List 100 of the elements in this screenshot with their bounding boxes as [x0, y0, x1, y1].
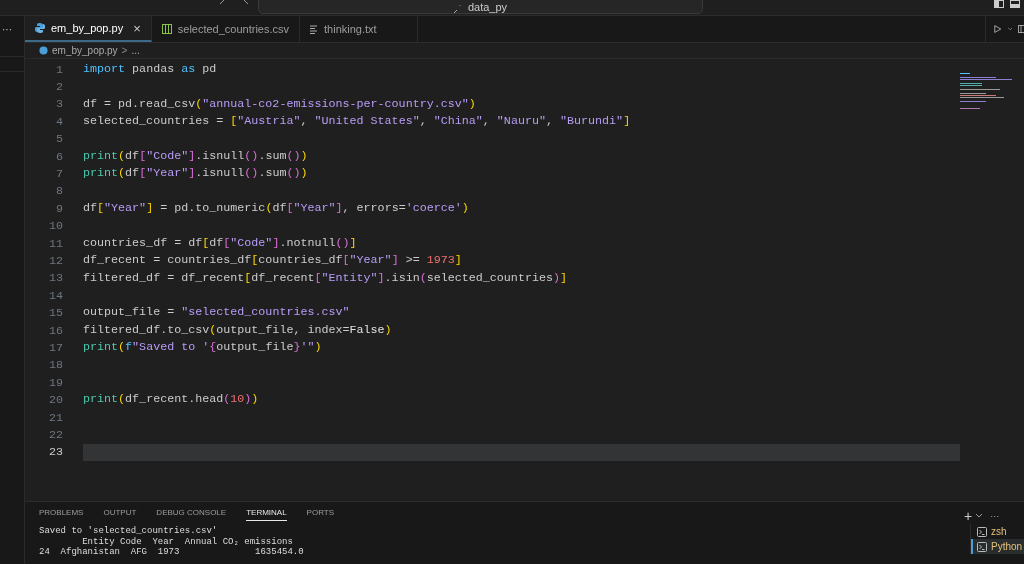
code-text: output_file	[216, 340, 294, 355]
code-bracket: [	[251, 253, 259, 268]
layout-icon[interactable]	[1010, 0, 1020, 8]
more-button[interactable]: ···	[0, 23, 12, 35]
layout-icon[interactable]	[994, 0, 1004, 8]
breadcrumb-item[interactable]: ...	[131, 45, 140, 56]
code-text: countries_df = df	[83, 235, 203, 250]
code-string: "Austria"	[237, 114, 301, 129]
line-number: 15	[47, 306, 63, 321]
code-bracket: (	[265, 201, 273, 216]
line-number: 9	[55, 201, 63, 216]
code-bracket: [	[342, 253, 350, 268]
code-string: '"	[300, 340, 315, 355]
line-number: 3	[55, 97, 63, 112]
code-bracket: ()	[286, 148, 301, 163]
code-number: 10	[230, 392, 245, 407]
line-number: 11	[47, 236, 63, 251]
code-text: .isnull	[195, 148, 245, 163]
code-text: df_recent	[251, 270, 315, 285]
panel-tab[interactable]: PROBLEMS	[39, 508, 84, 520]
line-number: 18	[47, 358, 63, 373]
editor-tab[interactable]: selected_countries.csv	[151, 16, 301, 42]
code-bracket: ()	[335, 235, 350, 250]
code-text: df	[125, 166, 140, 181]
table-file-icon	[161, 24, 172, 34]
code-bracket: [	[97, 201, 105, 216]
code-text: countries_df	[258, 253, 343, 268]
line-number: 23	[47, 445, 63, 460]
line-number: 20	[47, 393, 63, 408]
panel-tab[interactable]: DEBUG CONSOLE	[156, 508, 227, 520]
more-button[interactable]: ···	[990, 511, 1000, 521]
panel-tab[interactable]: OUTPUT	[103, 508, 137, 520]
code-string: 'coerce'	[405, 201, 462, 216]
code-text: .sum	[258, 166, 287, 181]
code-bracket: ]	[146, 201, 154, 216]
line-number: 21	[47, 410, 63, 425]
split-editor-icon[interactable]	[1018, 24, 1024, 34]
close-icon[interactable]: ×	[133, 20, 141, 36]
terminal-icon	[977, 526, 987, 537]
code-bracket: )	[251, 392, 259, 407]
code-text: ,	[300, 114, 309, 129]
line-number: 1	[55, 62, 63, 77]
code-bracket: ]	[377, 270, 385, 285]
terminal-list-item[interactable]: zsh	[971, 524, 1024, 539]
breadcrumb-separator: >	[121, 45, 128, 56]
code-bracket: {	[209, 340, 217, 355]
code-constant: False	[349, 322, 385, 337]
code-text: >=	[404, 253, 421, 268]
line-number: 6	[55, 149, 63, 164]
code-text: df	[83, 201, 98, 216]
run-icon[interactable]	[994, 24, 1002, 34]
code-function: print	[83, 148, 119, 163]
code-bracket: [	[223, 235, 231, 250]
code-bracket: )	[300, 148, 308, 163]
breadcrumb-item[interactable]: em_by_pop.py	[52, 45, 118, 56]
panel-tab[interactable]: TERMINAL	[246, 508, 287, 521]
line-number: 16	[47, 323, 63, 338]
code-bracket: ()	[244, 166, 259, 181]
code-string: "Burundi"	[560, 114, 624, 129]
text-file-icon	[310, 24, 319, 34]
code-function: print	[83, 392, 119, 407]
code-text: .sum	[258, 148, 287, 163]
terminal-output-line: Saved to 'selected_countries.csv'	[39, 526, 219, 537]
code-bracket: ]	[188, 166, 196, 181]
code-bracket: ]	[623, 114, 631, 129]
code-text: df = pd.read_csv	[83, 96, 196, 111]
code-bracket: ]	[391, 253, 399, 268]
line-number: 7	[55, 167, 63, 182]
code-text: df	[272, 201, 287, 216]
line-number: 2	[55, 80, 63, 95]
code-bracket: )	[468, 96, 476, 111]
terminal-output-line: 24 Afghanistan AFG 1973 1635454.0	[39, 547, 305, 558]
code-bracket: ]	[335, 201, 343, 216]
code-text: = pd.to_numeric	[159, 201, 266, 216]
terminal-list-item[interactable]: Python	[971, 539, 1024, 554]
code-string: "Code"	[146, 148, 189, 163]
new-terminal-button[interactable]: +	[964, 508, 973, 524]
code-keyword: import	[83, 62, 126, 76]
code-string: "Year"	[104, 201, 147, 216]
code-text: df_recent.head	[125, 392, 224, 407]
line-number: 5	[55, 132, 63, 147]
code-bracket: (	[118, 148, 126, 163]
code-bracket: (	[223, 392, 231, 407]
line-number: 13	[47, 271, 63, 286]
code-text: df_recent = countries_df	[83, 253, 252, 268]
code-text: .notnull	[279, 235, 336, 250]
code-text: pd	[201, 62, 217, 76]
code-text: ,	[419, 114, 428, 129]
code-text: selected_countries =	[83, 114, 225, 129]
command-center[interactable]: data_py	[258, 0, 703, 14]
code-bracket: )	[384, 322, 392, 337]
code-bracket: }	[293, 340, 301, 355]
panel-tab[interactable]: PORTS	[306, 508, 335, 520]
code-bracket: )	[552, 270, 560, 285]
code-bracket: [	[202, 235, 210, 250]
chevron-down-icon[interactable]	[1007, 27, 1012, 31]
editor-tab[interactable]: em_by_pop.py ×	[25, 16, 152, 42]
editor-tab[interactable]: thinking.txt	[300, 16, 419, 42]
chevron-down-icon[interactable]	[976, 514, 983, 518]
code-text: filtered_df.to_csv	[83, 322, 210, 337]
